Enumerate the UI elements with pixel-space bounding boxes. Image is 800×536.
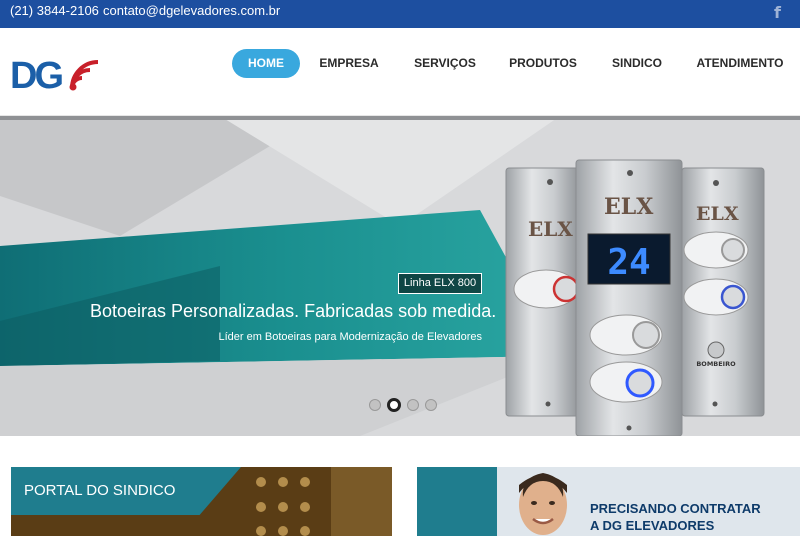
nav-empresa[interactable]: EMPRESA: [314, 49, 384, 78]
logo-text: DG: [10, 55, 62, 92]
slider-dot-1[interactable]: [369, 399, 381, 411]
panel-brand-middle: ELX: [604, 194, 654, 220]
contratar-title-line1: PRECISANDO CONTRATAR: [590, 501, 761, 516]
top-bar: (21) 3844-2106 contato@dgelevadores.com.…: [0, 0, 800, 28]
contratar-card[interactable]: PRECISANDO CONTRATAR A DG ELEVADORES: [417, 467, 800, 536]
hero-slider: ELX ELX 24 ELX BOMBEIRO Linha ELX 800 Bo…: [0, 116, 800, 436]
phone-number: (21) 3844-2106: [10, 3, 99, 18]
email-link[interactable]: contato@dgelevadores.com.br: [103, 3, 280, 18]
site-header: DG HOME EMPRESA SERVIÇOS PRODUTOS SINDIC…: [0, 28, 800, 116]
slide-tag: Linha ELX 800: [398, 273, 482, 294]
slide-title: Botoeiras Personalizadas. Fabricadas sob…: [90, 301, 497, 321]
slider-dot-3[interactable]: [407, 399, 419, 411]
portal-sindico-card[interactable]: PORTAL DO SINDICO: [11, 467, 392, 536]
nav-sindico[interactable]: SINDICO: [606, 49, 668, 78]
nav-produtos[interactable]: PRODUTOS: [504, 49, 582, 78]
fireman-label: BOMBEIRO: [696, 360, 736, 368]
panel-brand-right: ELX: [696, 203, 739, 225]
floor-display: 24: [607, 242, 650, 283]
slide-subtitle: Líder em Botoeiras para Modernização de …: [218, 331, 482, 343]
contratar-title-line2: A DG ELEVADORES: [590, 518, 715, 533]
panel-brand-left: ELX: [528, 217, 573, 241]
nav-home[interactable]: HOME: [232, 49, 300, 78]
nav-atendimento[interactable]: ATENDIMENTO: [694, 49, 786, 78]
slider-dot-4[interactable]: [425, 399, 437, 411]
facebook-icon[interactable]: f: [774, 3, 784, 22]
person-photo: [505, 467, 581, 536]
slider-dot-2[interactable]: [387, 398, 401, 412]
nav-servicos[interactable]: SERVIÇOS: [408, 49, 482, 78]
dg-logo[interactable]: DG: [10, 54, 102, 92]
card-accent: [417, 467, 497, 536]
